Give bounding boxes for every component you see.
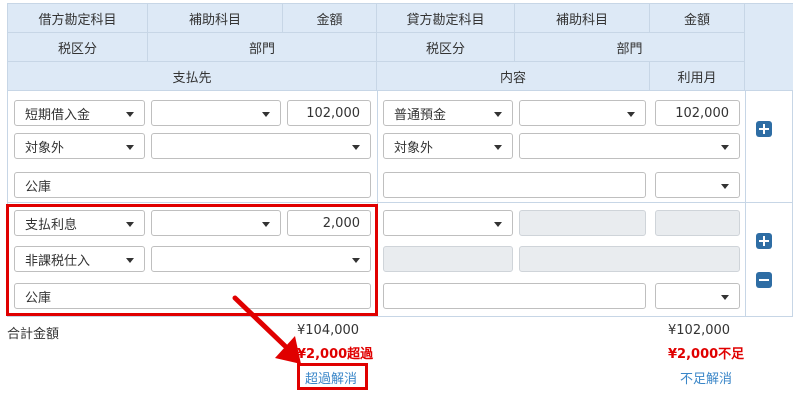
chevron-down-icon [721,295,729,300]
header-payee: 支払先 [8,62,377,91]
header-debit-sub: 補助科目 [148,4,283,33]
row2-remove-button[interactable] [756,272,772,288]
row2-credit-amount-disabled [655,210,740,236]
chevron-down-icon [494,112,502,117]
chevron-down-icon [352,145,360,150]
row1-credit-tax-select[interactable]: 対象外 [383,133,513,159]
row2-credit-tax-disabled [383,246,513,272]
row2-credit-sub-disabled [519,210,646,236]
row1-credit-sub-select[interactable] [519,100,646,126]
header-credit-account: 貸方勘定科目 [377,4,515,33]
row1-content-input[interactable] [383,172,646,198]
row2-credit-dept-disabled [519,246,740,272]
row1-debit-tax-select[interactable]: 対象外 [14,133,145,159]
header-credit-tax: 税区分 [377,33,515,62]
row1-credit-amount-input[interactable]: 102,000 [655,100,740,126]
row1-add-button[interactable] [756,121,772,137]
resolve-shortage-link[interactable]: 不足解消 [680,368,732,387]
header-debit-account: 借方勘定科目 [8,4,148,33]
chevron-down-icon [494,145,502,150]
header-usage-month: 利用月 [650,62,745,91]
total-label: 合計金額 [7,327,60,342]
chevron-down-icon [126,112,134,117]
header-credit-sub: 補助科目 [515,4,650,33]
header-credit-dept: 部門 [515,33,745,62]
highlight-box [6,204,378,316]
row2-add-button[interactable] [756,233,772,249]
row2-credit-account-select[interactable] [383,210,513,236]
header-action-col [745,4,793,91]
row1-credit-account-select[interactable]: 普通預金 [383,100,513,126]
row1-debit-sub-select[interactable] [151,100,281,126]
header-debit-tax: 税区分 [8,33,148,62]
credit-total: ¥102,000 [668,323,731,338]
row1-payee-input[interactable]: 公庫 [14,172,371,198]
red-arrow [232,295,301,364]
row2-usage-month-select[interactable] [655,283,740,309]
chevron-down-icon [262,112,270,117]
chevron-down-icon [721,184,729,189]
row1-debit-amount-input[interactable]: 102,000 [287,100,371,126]
chevron-down-icon [494,222,502,227]
header-debit-dept: 部門 [148,33,377,62]
credit-difference: ¥2,000不足 [668,347,745,362]
row1-debit-dept-select[interactable] [151,133,371,159]
header-content: 内容 [377,62,650,91]
row1-credit-dept-select[interactable] [519,133,740,159]
row1-usage-month-select[interactable] [655,172,740,198]
chevron-down-icon [627,112,635,117]
header-debit-amount: 金額 [283,4,377,33]
row1-debit-account-select[interactable]: 短期借入金 [14,100,145,126]
header-credit-amount: 金額 [650,4,745,33]
row2-content-input[interactable] [383,283,646,309]
minus-square-icon [759,279,769,281]
chevron-down-icon [126,145,134,150]
chevron-down-icon [721,145,729,150]
